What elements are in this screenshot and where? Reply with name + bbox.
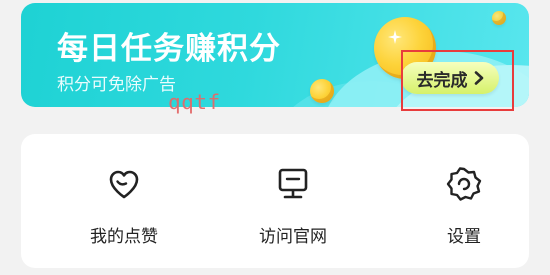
banner-subtitle: 积分可免除广告 <box>57 75 176 95</box>
coin-icon <box>310 79 334 103</box>
heart-icon <box>109 170 139 199</box>
complete-task-button[interactable]: 去完成 <box>401 62 499 94</box>
menu-item-label: 我的点赞 <box>90 227 158 247</box>
complete-task-label: 去完成 <box>416 70 468 91</box>
chevron-right-icon <box>474 71 483 85</box>
monitor-icon <box>278 168 308 199</box>
gear-icon <box>446 167 482 201</box>
menu-card: 我的点赞 访问官网 设置 <box>21 134 529 268</box>
coin-icon <box>492 11 506 25</box>
menu-item-label: 设置 <box>447 227 481 247</box>
sparkle-icon <box>388 30 402 44</box>
menu-item-settings[interactable]: 设置 <box>404 134 524 268</box>
menu-item-my-likes[interactable]: 我的点赞 <box>64 134 184 268</box>
menu-item-visit-website[interactable]: 访问官网 <box>233 134 353 268</box>
daily-task-banner[interactable]: 每日任务赚积分 积分可免除广告 去完成 <box>21 3 529 107</box>
menu-item-label: 访问官网 <box>259 227 327 247</box>
watermark-text: qqtf <box>168 90 221 114</box>
banner-title: 每日任务赚积分 <box>57 31 281 67</box>
